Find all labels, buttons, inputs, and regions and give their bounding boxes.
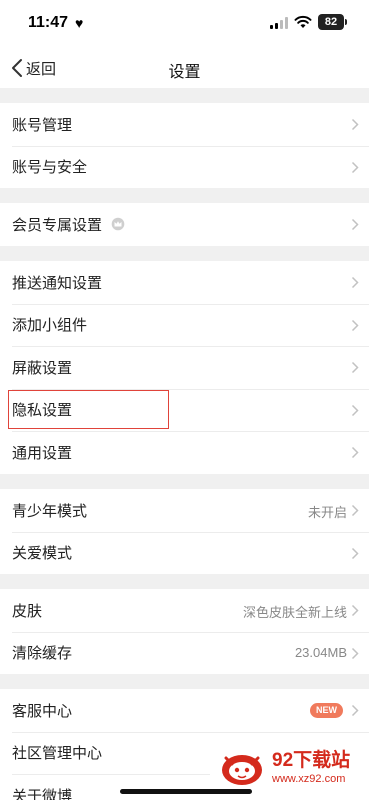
chevron-right-icon <box>351 319 359 331</box>
new-badge: NEW <box>310 703 343 718</box>
row-label: 添加小组件 <box>12 317 88 335</box>
membership-section: 会员专属设置 <box>0 203 369 246</box>
chevron-right-icon <box>351 276 359 289</box>
settings-row-skin[interactable]: 皮肤 深色皮肤全新上线 <box>0 589 369 632</box>
signal-icon <box>270 17 288 29</box>
battery-tip <box>345 19 347 25</box>
settings-row-clear-cache[interactable]: 清除缓存 23.04MB <box>0 631 369 675</box>
status-bar: 11:47 ♥ 82 <box>0 0 369 48</box>
chevron-right-icon <box>351 404 359 416</box>
row-value: 深色皮肤全新上线 <box>242 605 347 620</box>
row-label: 账号管理 <box>12 116 73 134</box>
chevron-right-icon <box>351 504 359 517</box>
chevron-right-icon <box>351 547 359 559</box>
chevron-right-icon <box>351 704 359 717</box>
appearance-section: 皮肤 深色皮肤全新上线 清除缓存 23.04MB <box>0 589 369 674</box>
chevron-right-icon <box>351 604 359 617</box>
general-section: 推送通知设置 添加小组件 屏蔽设置 隐私设置 通用设置 <box>0 261 369 474</box>
settings-row-member-settings[interactable]: 会员专属设置 <box>0 203 369 246</box>
chevron-right-icon <box>351 647 359 659</box>
row-label: 清除缓存 <box>12 645 73 663</box>
row-label: 推送通知设置 <box>12 274 103 292</box>
chevron-right-icon <box>351 118 359 131</box>
row-label: 关于微博 <box>12 787 73 800</box>
battery-indicator: 82 <box>318 14 344 30</box>
row-label: 关爱模式 <box>12 545 73 563</box>
row-label: 通用设置 <box>12 444 73 462</box>
settings-row-account-security[interactable]: 账号与安全 <box>0 145 369 189</box>
settings-row-push-notifications[interactable]: 推送通知设置 <box>0 261 369 304</box>
row-label: 屏蔽设置 <box>12 359 73 377</box>
row-label: 会员专属设置 <box>12 216 103 234</box>
wifi-icon <box>294 15 312 28</box>
chevron-right-icon <box>351 446 359 459</box>
settings-row-account-management[interactable]: 账号管理 <box>0 103 369 146</box>
chevron-right-icon <box>351 161 359 173</box>
row-label: 皮肤 <box>12 602 43 620</box>
row-label: 社区管理中心 <box>12 745 103 763</box>
settings-row-customer-service[interactable]: 客服中心 NEW <box>0 689 369 732</box>
settings-row-privacy-settings[interactable]: 隐私设置 <box>0 388 369 432</box>
settings-row-block-settings[interactable]: 屏蔽设置 <box>0 346 369 389</box>
back-label: 返回 <box>26 60 57 78</box>
row-value: 23.04MB <box>294 644 347 660</box>
row-label: 青少年模式 <box>12 502 88 520</box>
back-button[interactable]: 返回 <box>10 57 56 79</box>
chevron-right-icon <box>351 218 359 231</box>
watermark-title: 92下载站 <box>272 749 351 771</box>
chevron-left-icon <box>12 59 22 77</box>
settings-row-add-widget[interactable]: 添加小组件 <box>0 303 369 347</box>
heart-icon: ♥ <box>75 15 84 31</box>
settings-row-general-settings[interactable]: 通用设置 <box>0 431 369 474</box>
status-time: 11:47 <box>28 14 69 31</box>
modes-section: 青少年模式 未开启 关爱模式 <box>0 489 369 574</box>
settings-row-care-mode[interactable]: 关爱模式 <box>0 531 369 575</box>
settings-row-youth-mode[interactable]: 青少年模式 未开启 <box>0 489 369 532</box>
chevron-right-icon <box>351 361 359 374</box>
row-label: 隐私设置 <box>12 402 73 420</box>
account-section: 账号管理 账号与安全 <box>0 103 369 188</box>
watermark-url: www.xz92.com <box>272 772 346 785</box>
row-label: 账号与安全 <box>12 159 88 177</box>
nav-bar: 设置 返回 <box>0 48 369 88</box>
home-indicator <box>120 789 252 794</box>
crown-icon <box>111 217 125 231</box>
watermark-logo-icon <box>222 754 262 785</box>
row-label: 客服中心 <box>12 702 73 720</box>
row-value: 未开启 <box>307 505 347 520</box>
